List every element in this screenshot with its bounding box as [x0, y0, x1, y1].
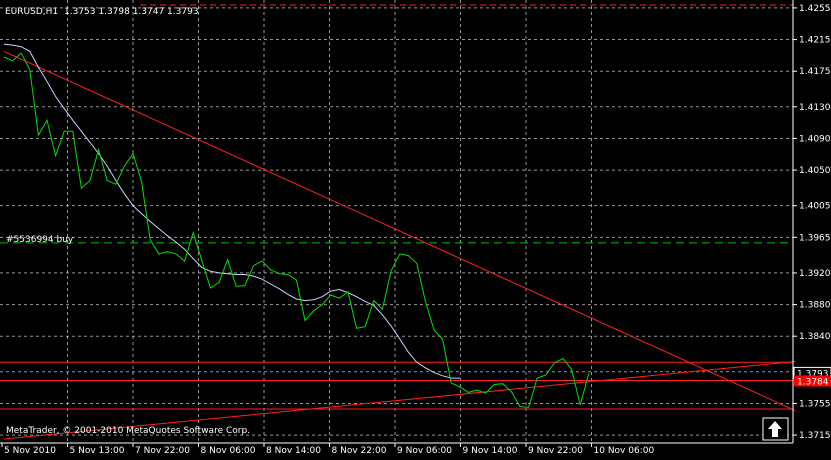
- y-tick-label: 1.3840: [799, 332, 831, 342]
- scroll-home-button[interactable]: [762, 417, 789, 441]
- chart-canvas[interactable]: 1.4255 1.4215 1.4175 1.4130 1.4090 1.4050 1.40…: [0, 0, 831, 456]
- x-tick-label: 10 Nov 06:00: [594, 446, 655, 456]
- chart-background: [0, 0, 831, 456]
- y-tick-label: 1.3755: [799, 399, 831, 409]
- y-tick-label: 1.4255: [799, 4, 831, 14]
- x-tick-label: 7 Nov 22:00: [135, 446, 190, 456]
- symbol-timeframe: EURUSD,H1: [5, 7, 58, 17]
- y-tick-label: 1.3880: [799, 301, 831, 311]
- x-tick-label: 8 Nov 06:00: [201, 446, 256, 456]
- y-tick-label: 1.3965: [799, 233, 831, 243]
- watermark: MetaTrader, © 2001-2010 MetaQuotes Softw…: [6, 426, 250, 436]
- price-tags: 1.37931.3784: [793, 366, 831, 388]
- y-tick-label: 1.3920: [799, 269, 831, 279]
- y-tick-label: 1.4090: [799, 134, 831, 144]
- x-tick-label: 9 Nov 06:00: [397, 446, 452, 456]
- ohlc-readout: 1.3753 1.3798 1.3747 1.3793: [64, 7, 199, 17]
- x-tick-label: 5 Nov 2010: [4, 446, 56, 456]
- y-tick-label: 1.3715: [799, 431, 831, 441]
- y-tick-label: 1.4215: [799, 36, 831, 46]
- x-tick-label: 8 Nov 22:00: [332, 446, 387, 456]
- order-label: #5536994 buy: [6, 235, 74, 245]
- x-tick-label: 8 Nov 14:00: [266, 446, 321, 456]
- order-tag-label: 1.3784: [797, 378, 829, 388]
- y-tick-label: 1.4050: [799, 166, 831, 176]
- y-tick-label: 1.4005: [799, 202, 831, 212]
- y-tick-label: 1.4130: [799, 103, 831, 113]
- x-tick-label: 5 Nov 13:00: [70, 446, 125, 456]
- x-tick-label: 9 Nov 22:00: [528, 446, 583, 456]
- price-chart[interactable]: 1.4255 1.4215 1.4175 1.4130 1.4090 1.4050 1.40…: [0, 0, 831, 456]
- x-tick-label: 9 Nov 14:00: [463, 446, 518, 456]
- y-tick-label: 1.4175: [799, 67, 831, 77]
